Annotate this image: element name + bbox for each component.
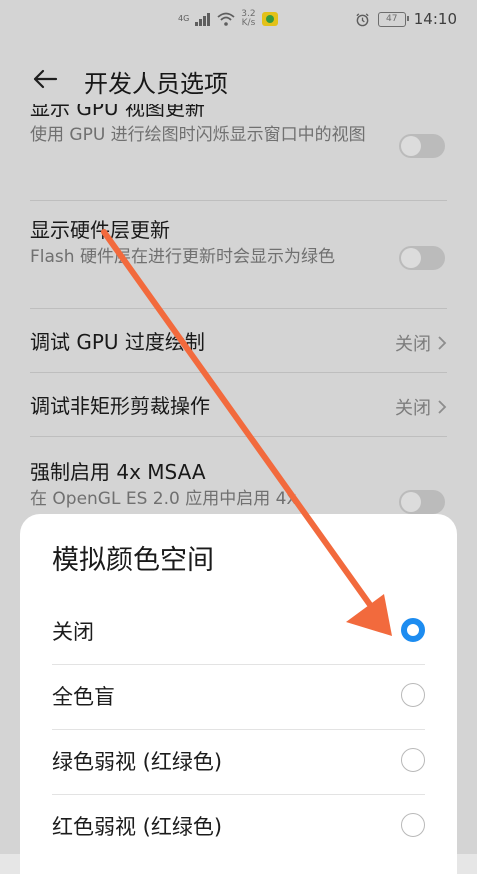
toggle-switch[interactable] [399,134,445,158]
setting-title: 强制启用 4x MSAA [30,460,206,484]
setting-subtitle: 在 OpenGL ES 2.0 应用中启用 4x [30,489,297,509]
app-bar: 开发人员选项 [0,58,477,104]
signal-icon [195,13,211,26]
option-label: 全色盲 [52,685,115,709]
network-type-label: 4G [178,14,190,23]
option-off[interactable]: 关闭 [52,600,425,665]
option-label: 关闭 [52,620,94,644]
setting-debug-non-rect-clip[interactable]: 调试非矩形剪裁操作 关闭 [30,374,447,437]
toggle-switch[interactable] [399,490,445,514]
setting-value-text: 关闭 [395,334,431,355]
option-label: 绿色弱视 (红绿色) [52,750,223,774]
network-speed-unit: K/s [241,18,256,28]
chevron-right-icon [438,400,447,414]
radio-icon[interactable] [401,813,425,837]
dialog-title: 模拟颜色空间 [52,545,214,576]
setting-show-gpu-view-updates[interactable]: 显示 GPU 视图更新 使用 GPU 进行绘图时闪烁显示窗口中的视图 [30,104,447,201]
battery-icon: 47 [377,11,409,27]
status-bar: 4G 3.2 K/s 47 14:10 [0,0,477,44]
status-indicators: 4G 3.2 K/s [178,10,278,28]
network-speed: 3.2 K/s [241,10,255,28]
app-notification-icon [261,12,278,26]
alarm-icon [356,12,369,26]
option-monochromacy[interactable]: 全色盲 [52,665,425,730]
setting-value: 关闭 [395,394,447,420]
wifi-icon [217,12,235,26]
setting-show-hardware-layer-updates[interactable]: 显示硬件层更新 Flash 硬件层在进行更新时会显示为绿色 [30,202,447,309]
setting-subtitle: Flash 硬件层在进行更新时会显示为绿色 [30,247,335,267]
battery-level: 47 [386,14,398,24]
page-title: 开发人员选项 [84,70,228,98]
setting-title: 调试非矩形剪裁操作 [30,394,210,418]
toggle-switch[interactable] [399,246,445,270]
radio-selected-icon[interactable] [401,618,425,642]
setting-title: 显示硬件层更新 [30,218,170,242]
radio-icon[interactable] [401,748,425,772]
setting-title: 调试 GPU 过度绘制 [30,330,205,354]
setting-value-text: 关闭 [395,398,431,419]
option-label: 红色弱视 (红绿色) [52,815,223,839]
color-space-dialog: 模拟颜色空间 关闭 全色盲 绿色弱视 (红绿色) 红色弱视 (红绿色) [20,514,457,874]
option-deuteranomaly[interactable]: 绿色弱视 (红绿色) [52,730,425,795]
setting-title: 显示 GPU 视图更新 [30,104,205,120]
back-arrow-icon[interactable] [30,64,60,94]
setting-value: 关闭 [395,330,447,356]
setting-subtitle: 使用 GPU 进行绘图时闪烁显示窗口中的视图 [30,125,366,145]
status-right: 47 14:10 [355,10,457,28]
radio-icon[interactable] [401,683,425,707]
setting-debug-gpu-overdraw[interactable]: 调试 GPU 过度绘制 关闭 [30,310,447,373]
option-protanomaly[interactable]: 红色弱视 (红绿色) [52,795,425,859]
chevron-right-icon [438,336,447,350]
clock: 14:10 [413,10,457,28]
